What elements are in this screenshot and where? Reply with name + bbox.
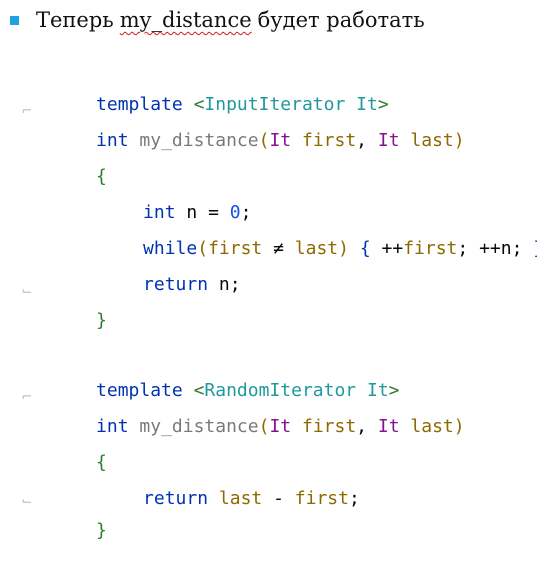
code-line-open-brace-1: {	[0, 132, 537, 187]
bullet-text-after: будет работать	[257, 8, 425, 32]
code-line-open-brace-2: {	[0, 418, 537, 473]
code-line-template-2: template <RandomIterator It>	[0, 346, 537, 401]
code-line-int-n: int n = 0;	[0, 168, 537, 223]
code-line-template-1: template <InputIterator It>	[0, 60, 537, 115]
code-editor: template <InputIterator It> ⌐ int my_dis…	[0, 56, 537, 541]
code-line-signature-1: int my_distance(It first, It last)	[0, 96, 537, 151]
close-brace: }	[96, 310, 107, 331]
code-line-close-brace-2: }	[0, 486, 537, 541]
code-line-signature-2: int my_distance(It first, It last)	[0, 382, 537, 437]
code-line-close-brace-1: }	[0, 276, 537, 331]
bullet-text-before: Теперь	[36, 8, 114, 32]
slide-bullet: Теперь my_distance будет работать	[10, 4, 425, 36]
bullet-function-name: my_distance	[119, 8, 252, 32]
bullet-square-icon	[10, 15, 19, 25]
code-line-while: while(first ≠ last) { ++first; ++n; }	[0, 204, 537, 259]
close-brace: }	[96, 520, 107, 541]
code-line-return-n: return n;	[0, 240, 537, 295]
code-line-return-diff: return last - first;	[0, 454, 537, 509]
